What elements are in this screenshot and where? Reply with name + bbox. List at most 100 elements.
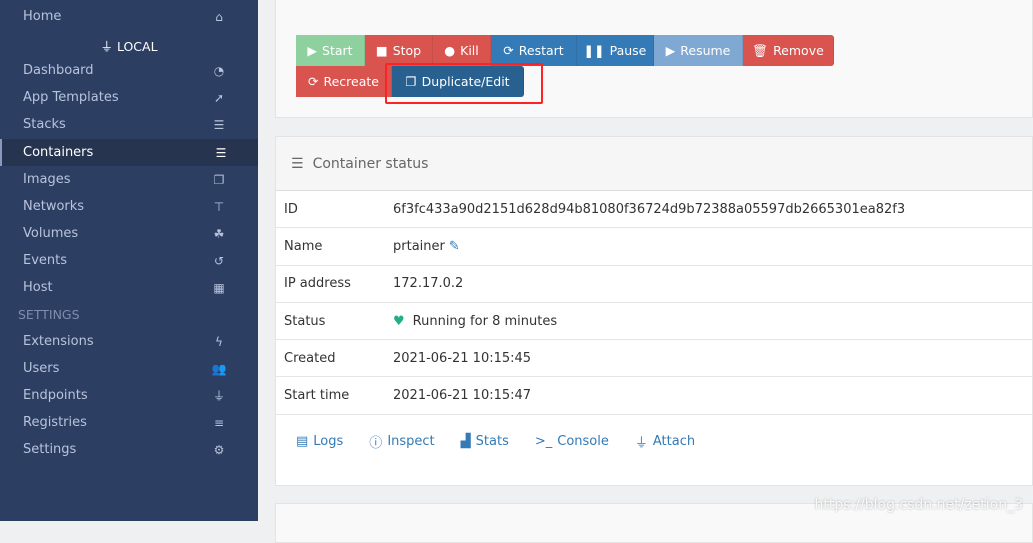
- bomb-icon: ●: [444, 43, 456, 58]
- label: Volumes: [23, 226, 79, 241]
- sidebar-item-containers[interactable]: Containers ☰: [0, 139, 258, 166]
- bolt-icon: ϟ: [215, 334, 223, 349]
- sidebar-item-stacks[interactable]: Stacks ☰: [0, 111, 258, 138]
- dashboard-icon: ◔: [213, 63, 225, 78]
- history-icon: ↺: [213, 253, 225, 268]
- refresh-icon: ⟳: [503, 43, 514, 58]
- label: Attach: [652, 433, 696, 449]
- watermark: https://blog.csdn.net/zetion_3: [814, 497, 1023, 513]
- attach-link[interactable]: ⏚ Attach: [635, 432, 695, 451]
- stats-link[interactable]: ▟ Stats: [461, 432, 509, 451]
- server-icon: ☰: [215, 145, 227, 160]
- row-label: Name: [284, 238, 323, 254]
- kill-button[interactable]: ● Kill: [433, 35, 491, 66]
- sidebar-item-host[interactable]: Host ▦: [0, 274, 258, 301]
- sidebar-item-endpoints[interactable]: Endpoints ⏚: [0, 382, 258, 409]
- sidebar-item-extensions[interactable]: Extensions ϟ: [0, 328, 258, 355]
- label: Containers: [23, 145, 94, 160]
- label: Recreate: [323, 74, 379, 89]
- row-label: IP address: [284, 276, 351, 292]
- label: Remove: [773, 43, 824, 58]
- recreate-button[interactable]: ⟳ Recreate: [296, 66, 392, 97]
- label: Settings: [23, 442, 77, 457]
- label: Images: [23, 172, 71, 187]
- label: Stacks: [23, 117, 66, 132]
- list-icon: ☰: [213, 117, 225, 132]
- row-label: Created: [284, 350, 336, 366]
- container-name: prtainer: [393, 238, 445, 254]
- label: Restart: [518, 43, 564, 58]
- sidebar-item-settings[interactable]: Settings ⚙: [0, 436, 258, 463]
- play-icon: ▶: [307, 43, 318, 58]
- label: Users: [23, 361, 60, 376]
- panel-title: Container status: [312, 155, 429, 172]
- table-row: Created 2021-06-21 10:15:45: [276, 340, 1032, 378]
- panel-header: ☰ Container status: [276, 137, 1032, 191]
- settings-section-header: SETTINGS: [18, 307, 80, 322]
- plug-icon: ⏚: [212, 389, 225, 403]
- label: Stop: [392, 43, 422, 58]
- label: Registries: [23, 415, 87, 430]
- sitemap-icon: ⊤: [213, 199, 225, 214]
- sidebar-item-dashboard[interactable]: Dashboard ◔: [0, 57, 258, 84]
- inspect-link[interactable]: ⓘ Inspect: [369, 432, 434, 451]
- pause-button[interactable]: ❚❚ Pause: [577, 35, 654, 66]
- pause-icon: ❚❚: [583, 43, 605, 58]
- label: Console: [557, 433, 609, 449]
- label: Host: [23, 280, 53, 295]
- start-time-value: 2021-06-21 10:15:47: [393, 388, 532, 404]
- remove-button[interactable]: 🗑 Remove: [743, 35, 834, 66]
- label: Extensions: [23, 334, 94, 349]
- logs-link[interactable]: ▤ Logs: [296, 432, 343, 451]
- users-icon: 👥: [211, 361, 227, 376]
- endpoint-name: LOCAL: [116, 39, 158, 54]
- restart-button[interactable]: ⟳ Restart: [491, 35, 577, 66]
- start-button[interactable]: ▶ Start: [296, 35, 365, 66]
- resume-button[interactable]: ▶ Resume: [654, 35, 743, 66]
- cubes-icon: ☘: [213, 226, 225, 241]
- sidebar-item-images[interactable]: Images ❐: [0, 166, 258, 193]
- refresh-icon: ⟳: [308, 74, 319, 89]
- sidebar-item-app-templates[interactable]: App Templates ➚: [0, 84, 258, 111]
- row-label: Start time: [284, 388, 350, 404]
- label: Dashboard: [23, 63, 94, 78]
- created-value: 2021-06-21 10:15:45: [393, 350, 532, 366]
- clone-icon: ❐: [213, 172, 225, 187]
- file-icon: ▤: [296, 433, 309, 449]
- heartbeat-icon: ♥: [393, 313, 405, 329]
- container-id: 6f3fc433a90d2151d628d94b81080f36724d9b72…: [393, 201, 906, 217]
- sidebar-item-events[interactable]: Events ↺: [0, 247, 258, 274]
- row-label: ID: [284, 201, 298, 217]
- label: Inspect: [387, 433, 435, 449]
- label: Kill: [460, 43, 479, 58]
- trash-icon: 🗑: [752, 42, 769, 58]
- rocket-icon: ➚: [213, 90, 225, 105]
- quick-actions: ▤ Logs ⓘ Inspect ▟ Stats >_ Console ⏚ Attach: [276, 415, 1032, 451]
- sidebar-item-home[interactable]: Home ⌂: [0, 3, 258, 30]
- plug-icon: ⏚: [634, 435, 648, 451]
- sidebar-item-users[interactable]: Users 👥: [0, 355, 258, 382]
- table-row: ID 6f3fc433a90d2151d628d94b81080f36724d9b…: [276, 191, 1032, 229]
- plug-icon: ⏚: [100, 39, 113, 54]
- ip-address: 172.17.0.2: [393, 276, 464, 292]
- sidebar: Home ⌂ ⏚ LOCAL Dashboard ◔ App Templates ➚ …: [0, 0, 258, 521]
- highlight-box: [385, 63, 543, 104]
- label: Resume: [680, 43, 731, 58]
- sidebar-item-networks[interactable]: Networks ⊤: [0, 193, 258, 220]
- label: Networks: [23, 199, 85, 214]
- table-row: Name prtainer ✎: [276, 228, 1032, 266]
- stop-icon: ■: [375, 43, 388, 58]
- stop-button[interactable]: ■ Stop: [365, 35, 433, 66]
- label: Events: [23, 253, 68, 268]
- label: Pause: [609, 43, 647, 58]
- label: Logs: [313, 433, 344, 449]
- grid-icon: ▦: [213, 280, 225, 295]
- console-link[interactable]: >_ Console: [535, 432, 609, 451]
- edit-icon[interactable]: ✎: [449, 239, 460, 254]
- label: Stats: [475, 433, 509, 449]
- server-icon: ☰: [291, 155, 304, 172]
- sidebar-item-volumes[interactable]: Volumes ☘: [0, 220, 258, 247]
- sidebar-item-registries[interactable]: Registries ≡: [0, 409, 258, 436]
- table-row: IP address 172.17.0.2: [276, 266, 1032, 303]
- container-status-panel: ☰ Container status ID 6f3fc433a90d2151d628…: [275, 136, 1033, 486]
